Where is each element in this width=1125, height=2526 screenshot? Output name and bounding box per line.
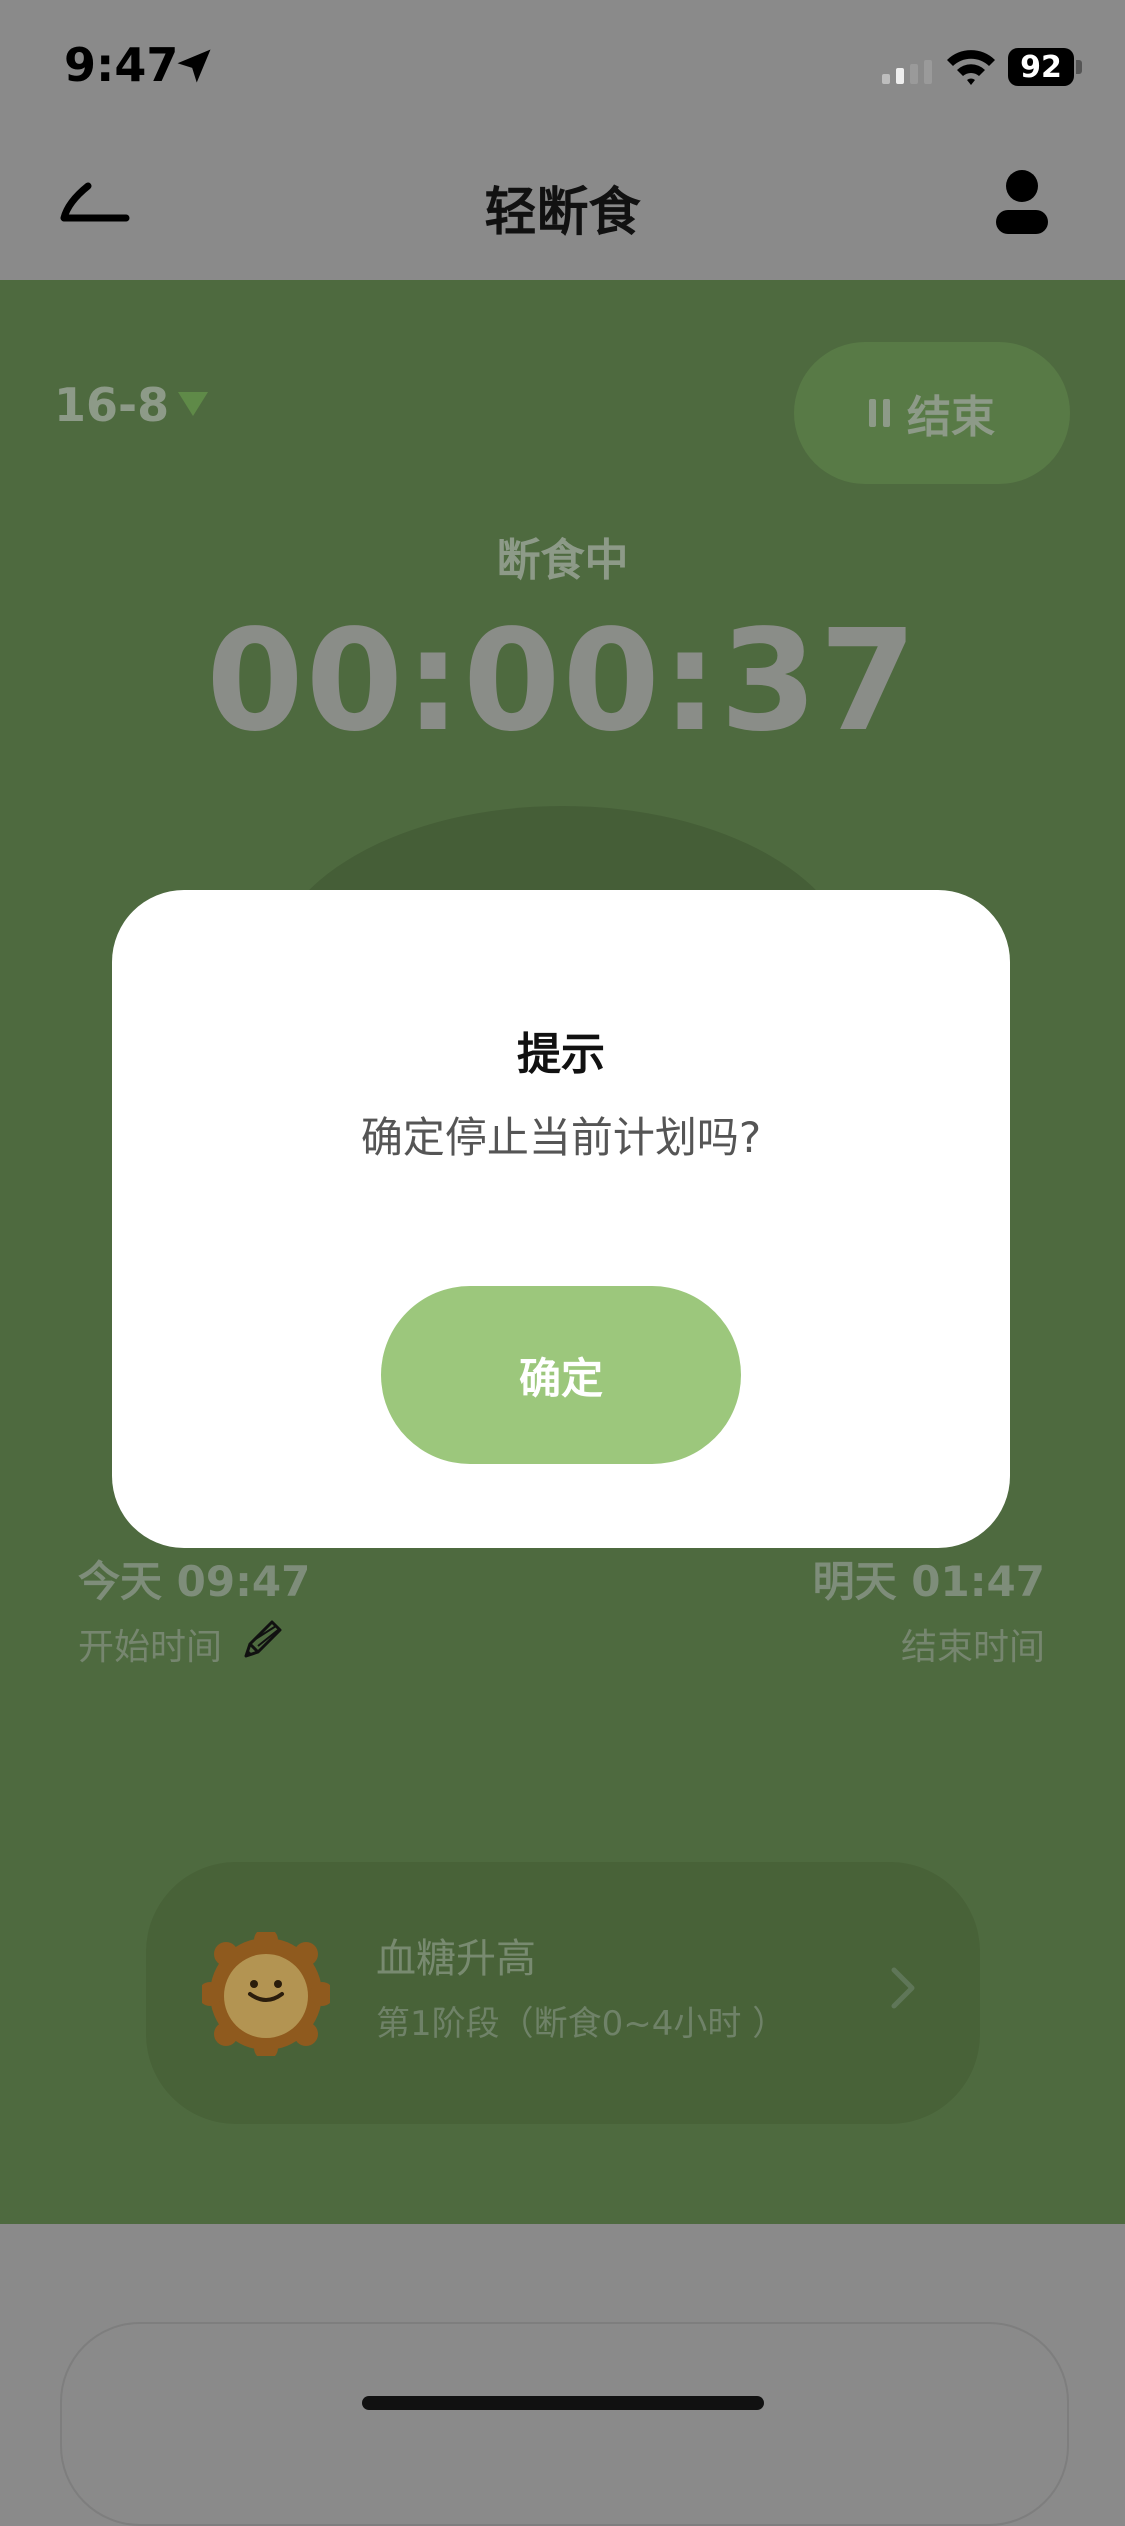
location-arrow-icon [177,49,211,83]
confirm-button[interactable]: 确定 [381,1286,741,1464]
cellular-signal-icon [882,60,932,84]
user-icon[interactable] [990,168,1054,236]
pause-icon [869,399,891,427]
end-button-label: 结束 [907,392,995,443]
bottom-card [60,2322,1069,2526]
battery-icon: 92 [1008,48,1074,86]
page-title: 轻断食 [484,183,641,243]
start-time-value: 今天 09:47 [78,1557,311,1606]
dialog-title: 提示 [517,1029,605,1080]
pencil-icon[interactable] [238,1616,286,1664]
chevron-down-icon[interactable] [178,392,208,416]
end-time-value: 明天 01:47 [812,1557,1045,1606]
dialog-message: 确定停止当前计划吗? [360,1113,762,1162]
chevron-right-icon[interactable] [888,1966,918,2010]
stage-subtitle: 第1阶段（断食0~4小时 ） [376,2004,787,2044]
wifi-icon [947,50,995,85]
status-time: 9:47 [64,38,179,92]
fasting-status: 断食中 [496,535,629,586]
end-time-label: 结束时间 [900,1627,1045,1668]
end-button[interactable]: 结束 [794,342,1070,484]
home-indicator [362,2396,764,2410]
fasting-timer: 00:00:37 [206,600,919,763]
sun-mascot-icon [202,1932,330,2056]
battery-cap [1076,60,1082,74]
stage-title: 血糖升高 [376,1936,536,1982]
start-time-label: 开始时间 [78,1627,223,1668]
plan-selector[interactable]: 16-8 [54,378,169,432]
